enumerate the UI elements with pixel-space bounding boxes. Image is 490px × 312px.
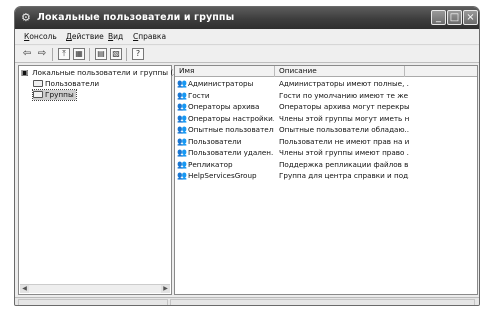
list-item[interactable]: 👥 Гости Гости по умолчанию имеют те же ... [175,90,477,101]
folder-icon [33,91,43,98]
toolbar-separator [52,48,53,61]
group-description: Поддержка репликации файлов в ... [279,159,409,169]
list-item[interactable]: 👥 Репликатор Поддержка репликации файлов в… [175,159,477,170]
group-name: Репликатор [188,159,233,169]
group-description: Операторы архива могут перекры... [279,102,409,111]
tree-item-label: Группы [45,90,74,99]
column-header-description[interactable]: Описание [275,66,405,77]
tree-pane[interactable]: ▣ Локальные пользователи и группы (лок По… [18,65,187,295]
group-name: Гости [188,90,210,100]
title-bar[interactable]: ⚙ Локальные пользователи и группы _ □ × [15,7,479,29]
group-description: Гости по умолчанию имеют те же ... [279,90,409,100]
list-item[interactable]: 👥 Пользователи Пользователи не имеют прав … [175,136,477,147]
group-name: HelpServicesGroup [188,171,257,180]
menu-console[interactable]: Консоль [24,32,57,42]
tree-item-label: Пользователи [45,79,100,88]
list-item[interactable]: 👥 Операторы архива Операторы архива могут … [175,101,477,112]
computer-icon: ▣ [21,68,29,77]
menu-action[interactable]: Действие [66,32,104,42]
group-description: Администраторы имеют полные, ... [279,79,409,88]
tree-item-groups[interactable]: Группы [32,89,77,101]
back-arrow-icon[interactable]: ⇦ [21,48,33,60]
group-icon: 👥 [177,136,187,146]
show-tree-icon[interactable]: ▦ [73,48,85,60]
group-icon: 👥 [177,125,187,134]
group-name: Администраторы [188,79,254,88]
group-icon: 👥 [177,90,187,100]
list-item[interactable]: 👥 Операторы настройки... Члены этой группы… [175,113,477,124]
group-description: Пользователи не имеют прав на и... [279,136,409,146]
up-level-icon[interactable]: ⤒ [58,48,70,60]
list-item[interactable]: 👥 Опытные пользователи Опытные пользовател… [175,124,477,135]
group-icon: 👥 [177,102,187,111]
tree-horizontal-scrollbar[interactable]: ◀ ▶ [20,284,170,293]
group-icon: 👥 [177,79,187,88]
group-name: Опытные пользователи [188,125,274,134]
menu-help[interactable]: Справка [133,32,166,42]
group-name: Пользователи [188,136,242,146]
group-icon: 👥 [177,148,187,157]
status-segment [170,299,475,305]
forward-arrow-icon[interactable]: ⇨ [36,48,48,60]
gear-icon: ⚙ [21,11,31,24]
app-window: ⚙ Локальные пользователи и группы _ □ × … [14,6,480,306]
group-description: Члены этой группы могут иметь н... [279,113,409,123]
group-icon: 👥 [177,159,187,169]
group-name: Пользователи удален... [188,148,274,157]
menu-view[interactable]: Вид [108,32,123,42]
window-title: Локальные пользователи и группы [37,12,235,23]
list-header: Имя Описание [175,66,477,77]
list-item[interactable]: 👥 Администраторы Администраторы имеют полн… [175,78,477,89]
tree-root-label: Локальные пользователи и группы (лок [32,68,187,77]
tree-root[interactable]: ▣ Локальные пользователи и группы (лок [21,68,187,78]
group-name: Операторы настройки... [188,113,274,123]
group-description: Группа для центра справки и под... [279,171,409,180]
scroll-right-icon[interactable]: ▶ [161,285,170,293]
help-icon[interactable]: ? [132,48,144,60]
toolbar-separator [89,48,90,61]
properties-icon[interactable]: ▤ [95,48,107,60]
column-header-name[interactable]: Имя [175,66,275,77]
toolbar: ⇦ ⇨ ⤒ ▦ ▤ ▧ ? [15,46,479,63]
status-bar [15,297,479,305]
export-list-icon[interactable]: ▧ [110,48,122,60]
tree-item-users[interactable]: Пользователи [33,79,99,89]
toolbar-separator [126,48,127,61]
group-list-pane[interactable]: Имя Описание 👥 Администраторы Администрато… [174,65,478,295]
group-icon: 👥 [177,113,187,123]
list-item[interactable]: 👥 Пользователи удален... Члены этой группы… [175,147,477,158]
scroll-left-icon[interactable]: ◀ [20,285,29,293]
close-button[interactable]: × [463,10,478,25]
status-segment [18,299,168,305]
minimize-button[interactable]: _ [431,10,446,25]
group-description: Опытные пользователи обладаю... [279,125,409,134]
group-description: Члены этой группы имеют право ... [279,148,409,157]
folder-icon [33,80,43,87]
maximize-button[interactable]: □ [447,10,462,25]
group-icon: 👥 [177,171,187,180]
group-name: Операторы архива [188,102,260,111]
list-item[interactable]: 👥 HelpServicesGroup Группа для центра спра… [175,170,477,181]
menu-bar: Консоль Действие Вид Справка [15,30,479,45]
